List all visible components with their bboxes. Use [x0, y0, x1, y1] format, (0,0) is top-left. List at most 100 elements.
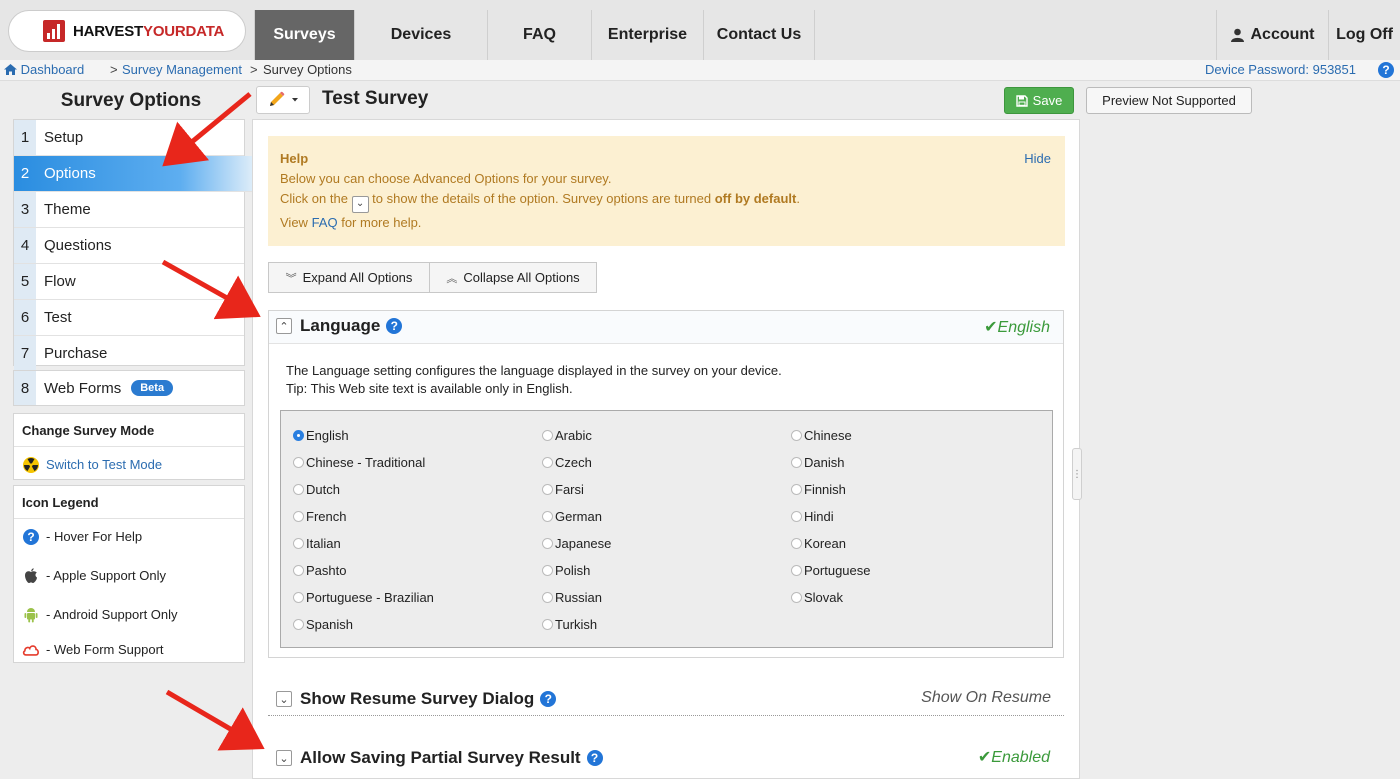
nav-tab-faq[interactable]: FAQ: [487, 10, 591, 60]
help-icon[interactable]: ?: [540, 691, 557, 707]
beta-badge: Beta: [131, 380, 174, 396]
step-questions[interactable]: 4 Questions: [14, 228, 244, 264]
user-icon: [1230, 28, 1244, 42]
radio-japanese[interactable]: Japanese: [542, 536, 611, 551]
radio-pashto[interactable]: Pashto: [293, 563, 346, 578]
top-nav: HARVESTYOURDATA Surveys Devices FAQ Ente…: [0, 0, 1400, 61]
chevron-down-icon: ⌄: [351, 195, 369, 213]
icon-legend-panel: Icon Legend ? - Hover For Help - Apple Su…: [13, 485, 245, 663]
checkmark-icon: ✔: [977, 749, 992, 766]
checkmark-icon: ✔: [984, 319, 998, 336]
language-radio-group: English Arabic Chinese Chinese - Traditi…: [280, 410, 1053, 648]
resume-dialog-header[interactable]: ⌄ Show Resume Survey Dialog ?: [276, 689, 557, 709]
preview-button[interactable]: Preview Not Supported: [1086, 87, 1252, 114]
radio-farsi[interactable]: Farsi: [542, 482, 584, 497]
breadcrumb: Dashboard > Survey Management > Survey O…: [0, 60, 1400, 81]
faq-link[interactable]: FAQ: [312, 215, 338, 230]
nav-tab-contact-us[interactable]: Contact Us: [703, 10, 815, 60]
partial-result-status: ✔Enabled: [977, 749, 1050, 766]
collapse-all-options-button[interactable]: ︽ Collapse All Options: [429, 262, 597, 293]
device-password: Device Password: 953851: [1204, 62, 1356, 77]
edit-survey-dropdown[interactable]: [256, 86, 310, 114]
breadcrumb-dashboard[interactable]: Dashboard: [4, 62, 84, 77]
step-flow[interactable]: 5 Flow: [14, 264, 244, 300]
chevron-up-icon[interactable]: ⌃: [276, 318, 292, 334]
partial-result-header[interactable]: ⌄ Allow Saving Partial Survey Result ?: [276, 748, 603, 768]
android-icon: [22, 606, 40, 624]
radio-turkish[interactable]: Turkish: [542, 617, 597, 632]
nav-tab-enterprise[interactable]: Enterprise: [591, 10, 703, 60]
breadcrumb-survey-management[interactable]: Survey Management: [122, 62, 242, 77]
radio-portuguese-brazilian[interactable]: Portuguese - Brazilian: [293, 590, 434, 605]
annotation-arrow-partial-result: [165, 689, 265, 751]
language-status: ✔English: [984, 319, 1050, 336]
change-survey-mode-panel: Change Survey Mode Switch to Test Mode: [13, 413, 245, 480]
account-menu[interactable]: Account: [1216, 10, 1328, 60]
radio-german[interactable]: German: [542, 509, 602, 524]
help-icon[interactable]: ?: [1378, 62, 1394, 78]
help-title: Help: [280, 151, 309, 166]
step-options[interactable]: 2 Options: [14, 156, 252, 192]
expand-all-options-button[interactable]: ︾ Expand All Options: [268, 262, 430, 293]
legend-item-web-form: - Web Form Support: [14, 632, 244, 667]
radio-dutch[interactable]: Dutch: [293, 482, 340, 497]
resume-dialog-status: Show On Resume: [921, 689, 1051, 706]
change-mode-heading: Change Survey Mode: [14, 414, 244, 447]
radio-russian[interactable]: Russian: [542, 590, 602, 605]
nav-tab-surveys[interactable]: Surveys: [254, 10, 354, 60]
radio-czech[interactable]: Czech: [542, 455, 592, 470]
switch-to-test-mode-link[interactable]: Switch to Test Mode: [14, 447, 244, 482]
language-header[interactable]: ⌃ Language ?: [276, 316, 403, 336]
survey-title: Test Survey: [322, 88, 429, 109]
double-chevron-down-icon: ︾: [285, 272, 297, 285]
step-purchase[interactable]: 7 Purchase: [14, 336, 244, 371]
language-title: Language: [300, 316, 381, 335]
resume-dialog-title: Show Resume Survey Dialog: [300, 689, 535, 708]
nav-tab-devices[interactable]: Devices: [354, 10, 487, 60]
cloud-icon: [22, 641, 40, 659]
partial-result-title: Allow Saving Partial Survey Result: [300, 748, 581, 767]
floppy-disk-icon: [1015, 94, 1028, 107]
radio-italian[interactable]: Italian: [293, 536, 341, 551]
step-web-forms[interactable]: 8 Web Forms Beta: [13, 370, 245, 406]
step-list: 1 Setup 2 Options 3 Theme 4 Questions 5 Flow …: [13, 119, 252, 371]
radio-danish[interactable]: Danish: [791, 455, 844, 470]
radio-portuguese[interactable]: Portuguese: [791, 563, 871, 578]
language-description: The Language setting configures the lang…: [286, 363, 782, 396]
icon-legend-heading: Icon Legend: [14, 486, 244, 519]
panel-resize-handle[interactable]: ⋮: [1072, 448, 1082, 500]
radio-hindi[interactable]: Hindi: [791, 509, 834, 524]
radio-english[interactable]: English: [293, 428, 349, 443]
radio-korean[interactable]: Korean: [791, 536, 846, 551]
account-label: Account: [1250, 26, 1315, 43]
step-test[interactable]: 6 Test: [14, 300, 244, 336]
breadcrumb-current: Survey Options: [263, 62, 352, 77]
bar-chart-logo-icon: [43, 20, 65, 42]
log-off-button[interactable]: Log Off: [1328, 10, 1400, 60]
help-line-3: View FAQ for more help.: [280, 214, 422, 230]
radio-spanish[interactable]: Spanish: [293, 617, 353, 632]
chevron-down-icon[interactable]: ⌄: [276, 691, 292, 707]
pencil-icon: [270, 91, 285, 106]
hide-help-link[interactable]: Hide: [1024, 149, 1051, 169]
radio-chinese[interactable]: Chinese: [791, 428, 852, 443]
radio-polish[interactable]: Polish: [542, 563, 590, 578]
legend-item-help: ? - Hover For Help: [14, 519, 244, 554]
step-setup[interactable]: 1 Setup: [14, 120, 244, 156]
help-icon[interactable]: ?: [386, 318, 403, 334]
radio-arabic[interactable]: Arabic: [542, 428, 592, 443]
radio-chinese-traditional[interactable]: Chinese - Traditional: [293, 455, 425, 470]
caret-down-icon: [292, 98, 298, 102]
radio-french[interactable]: French: [293, 509, 346, 524]
step-theme[interactable]: 3 Theme: [14, 192, 244, 228]
legend-item-apple: - Apple Support Only: [14, 558, 244, 593]
radio-slovak[interactable]: Slovak: [791, 590, 843, 605]
save-button[interactable]: Save: [1004, 87, 1074, 114]
help-box: Help Hide Below you can choose Advanced …: [268, 136, 1065, 246]
logo-text: HARVESTYOURDATA: [73, 22, 225, 40]
radiation-icon: [22, 456, 40, 474]
harvestyourdata-logo[interactable]: HARVESTYOURDATA: [8, 10, 246, 52]
help-line-2: Click on the ⌄ to show the details of th…: [280, 189, 1053, 213]
radio-finnish[interactable]: Finnish: [791, 482, 846, 497]
double-chevron-up-icon: ︽: [446, 272, 458, 285]
